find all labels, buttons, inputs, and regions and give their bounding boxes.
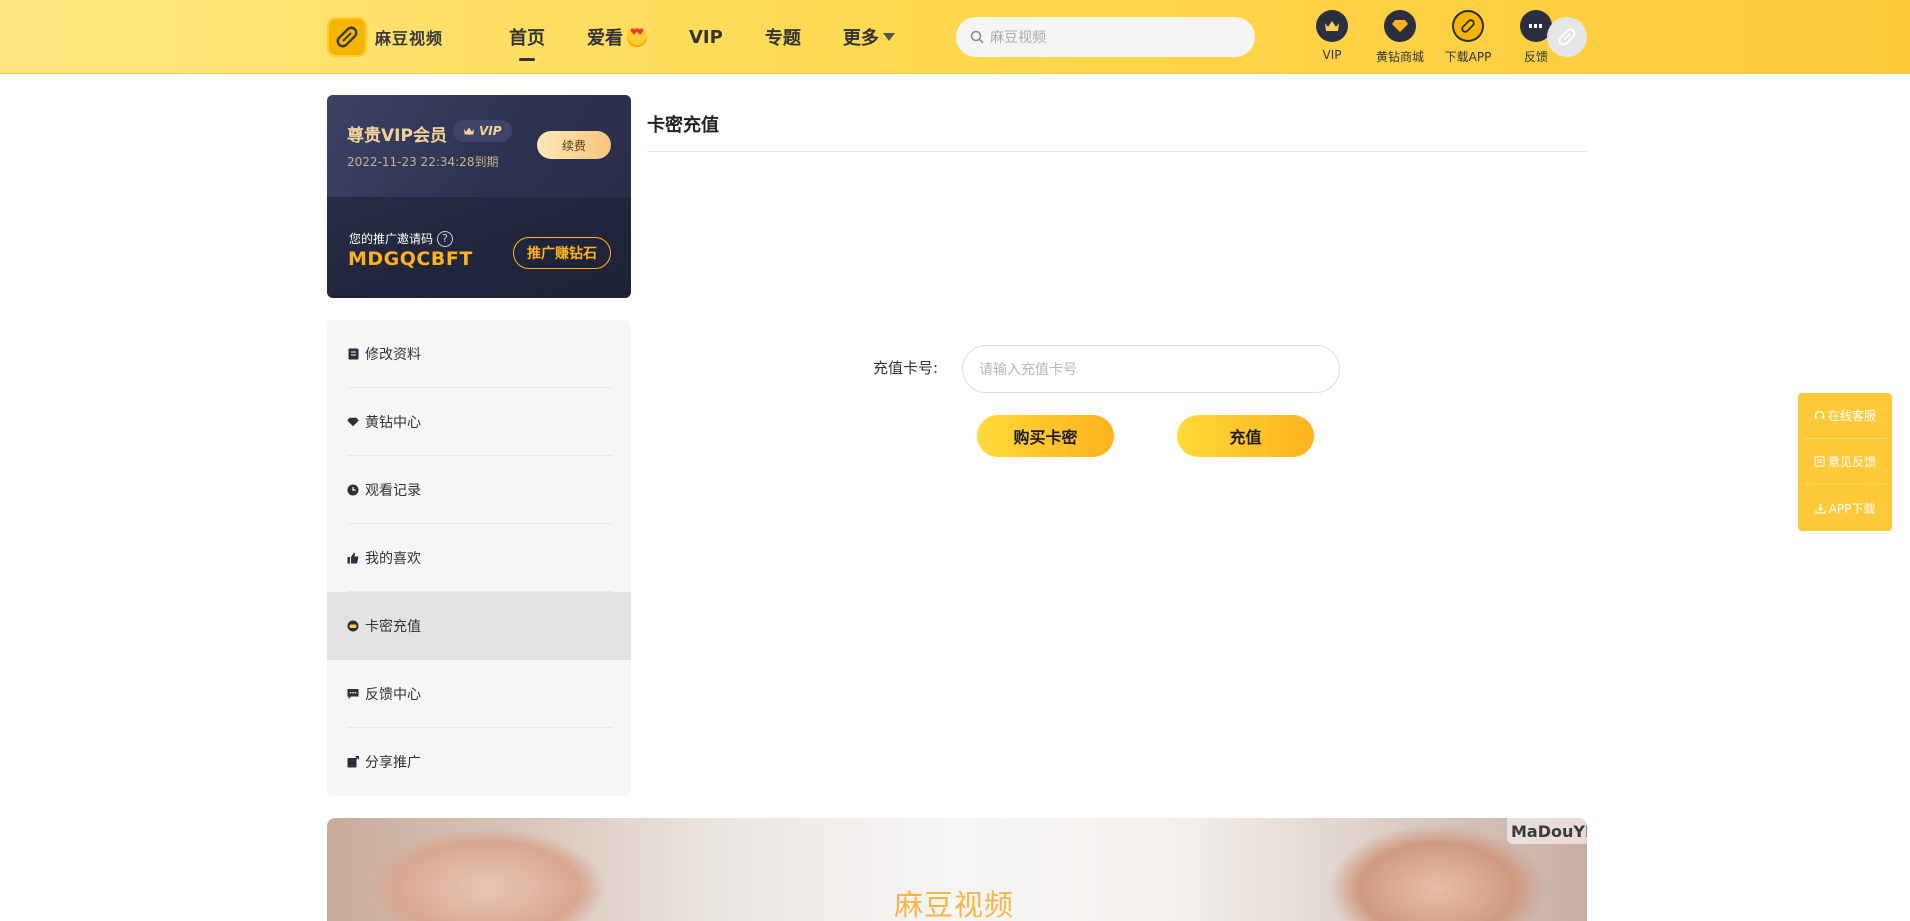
menu-item-my-likes[interactable]: 我的喜欢 — [327, 524, 631, 592]
title-divider — [647, 151, 1587, 152]
top-mall-label: 黄钻商城 — [1375, 50, 1424, 64]
float-app-download[interactable]: APP下载 — [1804, 485, 1886, 531]
menu-item-label: 卡密充值 — [365, 619, 421, 635]
nav-home-label: 首页 — [509, 28, 545, 49]
top-vip-button[interactable]: VIP — [1298, 10, 1366, 65]
top-mall-button[interactable]: 黄钻商城 — [1366, 10, 1434, 65]
nav-vip[interactable]: VIP — [689, 0, 723, 74]
promo-earn-diamond-button[interactable]: 推广赚钻石 — [513, 237, 611, 269]
vip-title: 尊贵VIP会员 — [347, 126, 447, 146]
menu-item-label: 反馈中心 — [365, 687, 421, 703]
user-side-menu: 修改资料 黄钻中心 观看记录 我的喜欢 卡密充值 反馈中心 分享推广 — [327, 320, 631, 796]
share-icon — [347, 756, 359, 768]
logo-text: 麻豆视频 — [375, 29, 444, 48]
promo-banner[interactable]: 麻豆视频 MaDouYM — [327, 818, 1587, 921]
vip-expire-date: 2022-11-23 22:34:28到期 — [347, 155, 499, 169]
comment-icon — [347, 688, 359, 700]
app-logo-icon — [327, 17, 367, 57]
float-item-label: 意见反馈 — [1827, 455, 1876, 469]
nav-topics[interactable]: 专题 — [765, 0, 801, 74]
watermark-text: MaDouYM — [1511, 821, 1587, 841]
search-input[interactable] — [990, 29, 1230, 45]
vip-badge: VIP — [453, 120, 512, 142]
menu-item-diamond-center[interactable]: 黄钻中心 — [327, 388, 631, 456]
invite-label-text: 您的推广邀请码 — [349, 232, 434, 246]
edit-icon — [347, 348, 359, 360]
user-avatar[interactable] — [1547, 17, 1587, 57]
gamepad-icon — [347, 620, 359, 632]
diamond-icon — [347, 416, 359, 428]
invite-code: MDGQCBFT — [348, 248, 473, 270]
search-box — [956, 17, 1255, 57]
menu-item-edit-profile[interactable]: 修改资料 — [327, 320, 631, 388]
nav-aikan[interactable]: 爱看 — [587, 0, 647, 74]
menu-item-watch-history[interactable]: 观看记录 — [327, 456, 631, 524]
top-vip-label: VIP — [1322, 48, 1342, 62]
top-feedback-label: 反馈 — [1523, 50, 1548, 64]
card-number-label: 充值卡号: — [873, 359, 939, 377]
search-icon — [970, 30, 984, 44]
float-service-panel: 在线客服 意见反馈 APP下载 — [1798, 393, 1892, 531]
top-download-label: 下载APP — [1444, 50, 1492, 64]
float-item-label: 在线客服 — [1827, 409, 1876, 423]
site-logo[interactable]: 麻豆视频 — [327, 17, 443, 57]
crown-icon — [1316, 10, 1348, 42]
crown-icon — [464, 127, 474, 135]
clock-icon — [347, 484, 359, 496]
menu-item-label: 修改资料 — [365, 347, 421, 363]
download-icon — [1815, 503, 1826, 514]
nav-home[interactable]: 首页 — [509, 0, 545, 74]
nav-more[interactable]: 更多 — [843, 0, 895, 74]
nav-vip-label: VIP — [689, 26, 723, 48]
menu-item-label: 分享推广 — [365, 755, 421, 771]
vip-card: 尊贵VIP会员 VIP 2022-11-23 22:34:28到期 续费 您的推… — [327, 95, 631, 298]
top-download-button[interactable]: 下载APP — [1434, 10, 1502, 65]
nav-more-label: 更多 — [842, 28, 879, 49]
menu-item-label: 观看记录 — [365, 483, 421, 499]
buy-card-button[interactable]: 购买卡密 — [977, 415, 1114, 457]
float-online-service[interactable]: 在线客服 — [1804, 393, 1886, 439]
recharge-button[interactable]: 充值 — [1177, 415, 1314, 457]
card-number-input[interactable] — [962, 345, 1340, 393]
banner-title: 麻豆视频 — [894, 888, 1015, 921]
top-icon-bar: VIP 黄钻商城 下载APP 反馈 — [1298, 10, 1570, 65]
vip-badge-label: VIP — [479, 124, 502, 138]
help-icon[interactable]: ? — [437, 230, 454, 247]
nav-topics-label: 专题 — [764, 28, 801, 49]
note-icon — [1814, 456, 1825, 467]
watermark-logo: MaDouYM — [1507, 818, 1587, 844]
menu-item-label: 黄钻中心 — [365, 415, 421, 431]
menu-item-label: 我的喜欢 — [365, 551, 421, 567]
banner-photo-left — [367, 828, 607, 921]
float-feedback[interactable]: 意见反馈 — [1804, 439, 1886, 485]
menu-item-share-promote[interactable]: 分享推广 — [327, 728, 631, 796]
renew-button[interactable]: 续费 — [537, 131, 611, 159]
nav-aikan-label: 爱看 — [587, 28, 623, 49]
avatar-logo-icon — [1558, 28, 1576, 46]
caret-down-icon — [882, 33, 895, 41]
page-title: 卡密充值 — [647, 115, 719, 136]
menu-item-card-recharge[interactable]: 卡密充值 — [327, 592, 631, 660]
menu-item-feedback-center[interactable]: 反馈中心 — [327, 660, 631, 728]
main-nav: 首页 爱看 VIP 专题 更多 — [497, 0, 925, 74]
heart-eyes-emoji-icon — [627, 27, 647, 47]
app-logo-icon — [1452, 10, 1484, 42]
invite-label: 您的推广邀请码 ? — [349, 230, 454, 247]
float-item-label: APP下载 — [1828, 501, 1876, 516]
headset-icon — [1814, 410, 1825, 419]
thumb-up-icon — [347, 552, 359, 564]
top-header: 麻豆视频 首页 爱看 VIP 专题 更多 VIP 黄钻商城 下载APP — [0, 0, 1910, 74]
diamond-icon — [1384, 10, 1416, 42]
